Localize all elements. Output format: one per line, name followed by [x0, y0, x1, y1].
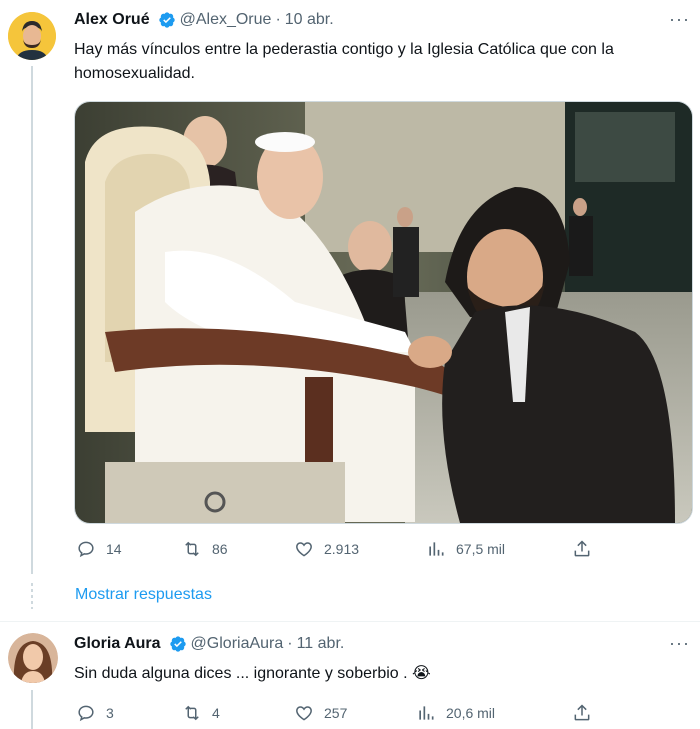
retweet-button[interactable]: 86 — [182, 539, 228, 559]
tweet-2-header: Gloria Aura @GloriaAura · 11 abr. — [74, 635, 344, 653]
reply-count: 14 — [106, 541, 122, 557]
separator-dot: · — [287, 635, 293, 652]
reply-icon — [78, 705, 94, 722]
tweet-text: Hay más vínculos entre la pederastia con… — [74, 41, 614, 82]
photo-illustration — [75, 102, 692, 523]
views-button[interactable]: 67,5 mil — [426, 539, 505, 559]
views-count: 67,5 mil — [456, 541, 506, 557]
tweet-text: Sin duda alguna dices ... ignorante y so… — [74, 665, 408, 682]
share-icon — [574, 704, 590, 721]
reply-button[interactable]: 14 — [76, 539, 122, 559]
share-icon — [574, 540, 590, 557]
avatar-gloria[interactable] — [8, 633, 58, 683]
retweet-count: 86 — [212, 541, 228, 557]
verified-badge-icon — [169, 635, 187, 653]
tweet-text-row: Sin duda alguna dices ... ignorante y so… — [74, 662, 686, 686]
tweet-1-header: Alex Orué @Alex_Orue · 10 abr. — [74, 11, 334, 29]
author-handle[interactable]: @Alex_Orue — [180, 11, 272, 29]
like-button[interactable]: 257 — [294, 703, 347, 723]
views-count: 20,6 mil — [446, 705, 496, 721]
more-options-icon[interactable]: ··· — [669, 9, 690, 30]
divider — [0, 621, 700, 622]
avatar-alex[interactable] — [8, 12, 56, 60]
like-button[interactable]: 2.913 — [294, 539, 359, 559]
author-name[interactable]: Alex Orué — [74, 11, 150, 29]
more-options-icon[interactable]: ··· — [669, 633, 690, 654]
retweet-icon — [185, 705, 199, 721]
views-button[interactable]: 20,6 mil — [416, 703, 495, 723]
thread-line-dotted — [31, 583, 33, 609]
tweet-date[interactable]: 11 abr. — [297, 635, 345, 653]
tweet-photo[interactable] — [74, 101, 693, 524]
author-handle[interactable]: @GloriaAura — [191, 635, 284, 653]
reply-count: 3 — [106, 705, 114, 721]
share-button[interactable] — [572, 703, 592, 723]
retweet-count: 4 — [212, 705, 220, 721]
views-chart-icon — [419, 706, 434, 720]
like-count: 257 — [324, 705, 348, 721]
tweet-date[interactable]: 10 abr. — [285, 11, 334, 29]
retweet-button[interactable]: 4 — [182, 703, 220, 723]
crying-face-emoji: 😭 — [412, 665, 431, 682]
thread-line — [31, 690, 33, 729]
reply-button[interactable]: 3 — [76, 703, 114, 723]
retweet-icon — [185, 541, 199, 557]
reply-icon — [78, 541, 94, 558]
heart-icon — [296, 706, 312, 721]
like-count: 2.913 — [324, 541, 360, 557]
share-button[interactable] — [572, 539, 592, 559]
thread-line — [31, 66, 33, 574]
verified-badge-icon — [158, 11, 176, 29]
separator-dot: · — [275, 11, 281, 28]
views-chart-icon — [429, 542, 444, 556]
heart-icon — [296, 542, 312, 557]
author-name[interactable]: Gloria Aura — [74, 635, 161, 653]
show-replies-link[interactable]: Mostrar respuestas — [75, 586, 212, 604]
